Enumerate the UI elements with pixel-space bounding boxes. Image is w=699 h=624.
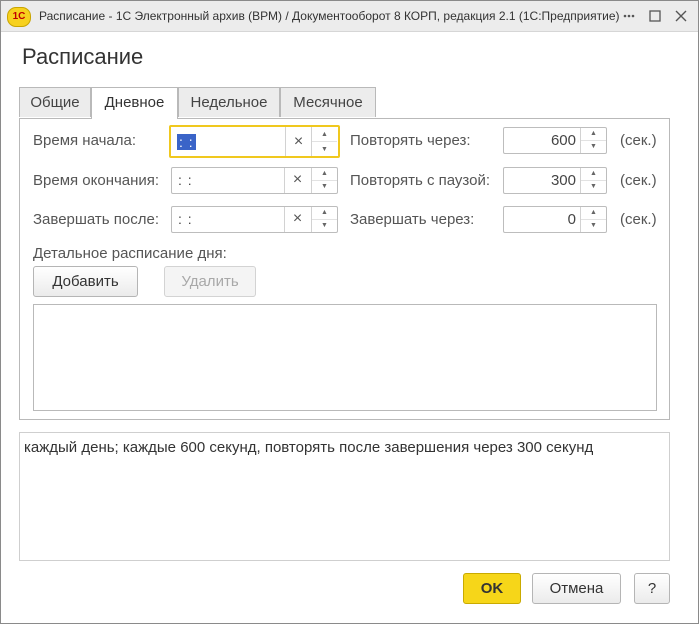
repeat-pause-input[interactable]: 300 ▲ ▼ bbox=[503, 167, 607, 194]
end-time-clear-icon[interactable]: × bbox=[284, 168, 310, 193]
finish-in-unit: (сек.) bbox=[620, 211, 657, 228]
start-time-input[interactable]: : : × ▲ ▼ bbox=[169, 125, 340, 158]
window-title: Расписание - 1С Электронный архив (ВРМ) … bbox=[39, 9, 620, 23]
end-time-value: : : bbox=[178, 172, 193, 188]
tab-daily[interactable]: Дневное bbox=[91, 87, 178, 119]
start-time-spinner[interactable]: ▲ ▼ bbox=[311, 127, 337, 156]
repeat-pause-label: Повторять с паузой: bbox=[350, 172, 491, 189]
repeat-pause-unit: (сек.) bbox=[620, 172, 657, 189]
form-title: Расписание bbox=[22, 44, 144, 69]
delete-button[interactable]: Удалить bbox=[164, 266, 256, 297]
more-icon[interactable] bbox=[618, 5, 640, 27]
repeat-every-spinner[interactable]: ▲ ▼ bbox=[580, 128, 606, 153]
start-time-label: Время начала: bbox=[33, 132, 137, 149]
summary-text: каждый день; каждые 600 секунд, повторят… bbox=[24, 439, 594, 456]
spin-down-icon[interactable]: ▼ bbox=[312, 142, 337, 157]
schedule-dialog: 1С Расписание - 1С Электронный архив (ВР… bbox=[0, 0, 699, 624]
spin-up-icon[interactable]: ▲ bbox=[312, 207, 337, 220]
detailed-schedule-label: Детальное расписание дня: bbox=[33, 245, 227, 262]
spin-down-icon[interactable]: ▼ bbox=[581, 220, 606, 233]
finish-after-spinner[interactable]: ▲ ▼ bbox=[311, 207, 337, 232]
spin-up-icon[interactable]: ▲ bbox=[581, 207, 606, 220]
finish-in-input[interactable]: 0 ▲ ▼ bbox=[503, 206, 607, 233]
help-button[interactable]: ? bbox=[634, 573, 670, 604]
finish-after-value: : : bbox=[178, 211, 193, 227]
finish-after-clear-icon[interactable]: × bbox=[284, 207, 310, 232]
tab-general[interactable]: Общие bbox=[19, 87, 91, 117]
spin-up-icon[interactable]: ▲ bbox=[581, 168, 606, 181]
start-time-value: : : bbox=[177, 134, 196, 150]
ok-button[interactable]: OK bbox=[463, 573, 521, 604]
spin-down-icon[interactable]: ▼ bbox=[581, 141, 606, 154]
add-button[interactable]: Добавить bbox=[33, 266, 138, 297]
spin-down-icon[interactable]: ▼ bbox=[312, 181, 337, 194]
tab-monthly[interactable]: Месячное bbox=[280, 87, 376, 117]
finish-in-value: 0 bbox=[567, 211, 576, 228]
finish-in-spinner[interactable]: ▲ ▼ bbox=[580, 207, 606, 232]
spin-down-icon[interactable]: ▼ bbox=[312, 220, 337, 233]
repeat-every-label: Повторять через: bbox=[350, 132, 471, 149]
spin-down-icon[interactable]: ▼ bbox=[581, 181, 606, 194]
repeat-every-unit: (сек.) bbox=[620, 132, 657, 149]
start-time-clear-icon[interactable]: × bbox=[285, 127, 311, 156]
cancel-button[interactable]: Отмена bbox=[532, 573, 621, 604]
maximize-icon[interactable] bbox=[644, 5, 666, 27]
repeat-pause-value: 300 bbox=[550, 172, 576, 189]
end-time-input[interactable]: : : × ▲ ▼ bbox=[171, 167, 338, 194]
finish-after-label: Завершать после: bbox=[33, 211, 160, 228]
detailed-schedule-list[interactable] bbox=[33, 304, 657, 411]
app-logo: 1С bbox=[7, 7, 31, 27]
repeat-pause-spinner[interactable]: ▲ ▼ bbox=[580, 168, 606, 193]
end-time-spinner[interactable]: ▲ ▼ bbox=[311, 168, 337, 193]
close-icon[interactable] bbox=[670, 5, 692, 27]
finish-in-label: Завершать через: bbox=[350, 211, 475, 228]
title-bar: 1С Расписание - 1С Электронный архив (ВР… bbox=[1, 1, 698, 32]
tab-weekly[interactable]: Недельное bbox=[178, 87, 280, 117]
repeat-every-input[interactable]: 600 ▲ ▼ bbox=[503, 127, 607, 154]
repeat-every-value: 600 bbox=[550, 132, 576, 149]
schedule-summary: каждый день; каждые 600 секунд, повторят… bbox=[19, 432, 670, 561]
spin-up-icon[interactable]: ▲ bbox=[581, 128, 606, 141]
end-time-label: Время окончания: bbox=[33, 172, 160, 189]
spin-up-icon[interactable]: ▲ bbox=[312, 168, 337, 181]
finish-after-input[interactable]: : : × ▲ ▼ bbox=[171, 206, 338, 233]
spin-up-icon[interactable]: ▲ bbox=[312, 127, 337, 142]
